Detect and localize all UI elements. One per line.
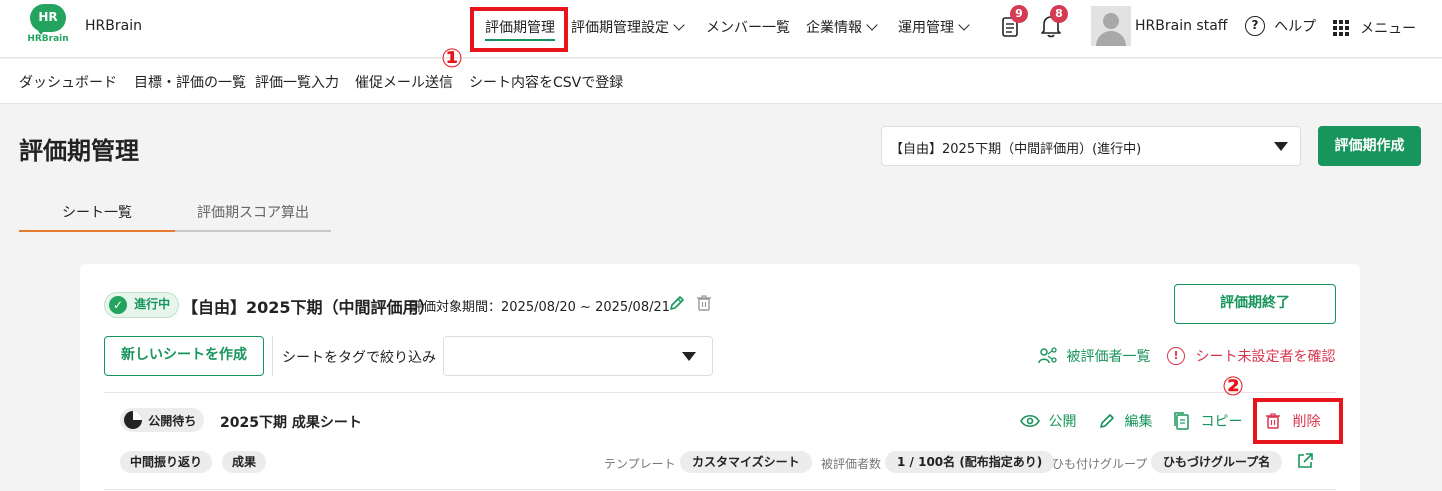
logo-wordmark: HRBrain [27, 34, 69, 44]
subnav-bulk-input[interactable]: 評価一覧入力 [255, 72, 339, 92]
chevron-down-icon [866, 19, 878, 31]
page-title: 評価期管理 [19, 137, 139, 165]
period-range: 評価対象期間：2025/08/20 ~ 2025/08/21 [410, 300, 671, 315]
pie-progress-icon [124, 410, 142, 429]
subnav-goals-evaluations[interactable]: 目標・評価の一覧 [134, 72, 246, 92]
subnav-dashboard[interactable]: ダッシュボード [19, 72, 117, 92]
publish-button[interactable]: 公開 [1020, 411, 1076, 431]
subnav-csv-import[interactable]: シート内容をCSVで登録 [469, 72, 623, 92]
external-link-icon[interactable] [1296, 452, 1314, 470]
period-card: ✓ 進行中 【自由】2025下期（中間評価用） 評価対象期間：2025/08/2… [80, 264, 1360, 491]
highlight-box-delete [1253, 398, 1343, 444]
caret-down-icon [1274, 142, 1288, 151]
evaluatee-count-value: 1 / 100名 (配布指定あり) [885, 451, 1055, 473]
template-label: テンプレート [604, 457, 676, 471]
pencil-icon[interactable] [668, 294, 688, 314]
grid-icon [1333, 19, 1349, 36]
notifications-count-badge: 8 [1050, 5, 1068, 23]
period-name: 【自由】2025下期（中間評価用） [182, 298, 435, 317]
subnav-reminder-mail[interactable]: 催促メール送信 [355, 72, 453, 92]
top-bar: HR HRBrain HRBrain 評価期管理 評価期管理設定 メンバー一覧 … [0, 0, 1442, 58]
evaluatee-count-label: 被評価者数 [821, 457, 882, 471]
company-name: HRBrain [85, 18, 142, 34]
tag-filter-label: シートをタグで絞り込み [282, 350, 436, 366]
user-name: HRBrain staff [1135, 18, 1228, 34]
highlight-box-nav [470, 7, 568, 52]
nav-members[interactable]: メンバー一覧 [706, 17, 790, 37]
create-period-button[interactable]: 評価期作成 [1318, 126, 1421, 166]
sub-navigation: ダッシュボード 目標・評価の一覧 評価一覧入力 催促メール送信 シート内容をCS… [0, 59, 1442, 104]
unset-sheet-link[interactable]: ! シート未設定者を確認 [1167, 346, 1335, 366]
divider [104, 392, 1336, 393]
linked-group-value: ひもづけグループ名 [1151, 451, 1283, 473]
people-network-icon [1038, 347, 1057, 364]
caret-down-icon [682, 352, 696, 361]
divider [104, 489, 1336, 490]
help-link[interactable]: ? ヘルプ [1245, 15, 1316, 37]
alert-circle-icon: ! [1167, 347, 1185, 365]
sheet-tag: 中間振り返り [120, 451, 213, 473]
tab-score-calculation[interactable]: 評価期スコア算出 [175, 196, 331, 232]
hrbrain-logo[interactable]: HR HRBrain [26, 4, 70, 46]
user-menu[interactable]: HRBrain staff [1091, 6, 1231, 46]
trash-icon[interactable] [695, 294, 715, 314]
app-menu-button[interactable]: メニュー [1333, 17, 1416, 37]
check-circle-icon: ✓ [109, 296, 127, 314]
nav-evaluation-settings[interactable]: 評価期管理設定 [571, 17, 685, 37]
divider [272, 336, 273, 376]
pencil-icon [1100, 414, 1114, 428]
notifications-button[interactable]: 8 [1040, 5, 1068, 38]
chevron-down-icon [958, 19, 970, 31]
period-select[interactable]: 【自由】2025下期（中間評価用）(進行中) [881, 126, 1301, 166]
avatar [1091, 6, 1131, 46]
annotation-marker-1: ① [441, 44, 464, 74]
tag-filter-select[interactable] [443, 336, 713, 376]
linked-group-label: ひも付けグループ [1052, 457, 1148, 471]
tab-sheet-list[interactable]: シート一覧 [19, 196, 175, 232]
sheet-tag: 成果 [222, 451, 267, 473]
documents-button[interactable]: 9 [1000, 5, 1028, 38]
chevron-down-icon [673, 19, 685, 31]
end-period-button[interactable]: 評価期終了 [1174, 284, 1336, 324]
nav-company-info[interactable]: 企業情報 [806, 17, 878, 37]
sheet-status-badge: 公開待ち [120, 408, 205, 432]
eye-icon [1020, 414, 1040, 428]
status-badge: ✓ 進行中 [104, 292, 180, 318]
annotation-marker-2: ② [1222, 372, 1245, 402]
evaluatees-list-link[interactable]: 被評価者一覧 [1038, 346, 1150, 366]
logo-mark-text: HR [38, 10, 58, 24]
copy-button[interactable]: コピー [1172, 411, 1242, 431]
edit-button[interactable]: 編集 [1098, 411, 1152, 431]
copy-icon [1174, 412, 1189, 430]
new-sheet-button[interactable]: 新しいシートを作成 [104, 336, 264, 376]
template-value: カスタマイズシート [680, 451, 812, 473]
nav-operations[interactable]: 運用管理 [898, 17, 970, 37]
documents-count-badge: 9 [1010, 5, 1028, 23]
sheet-name[interactable]: 2025下期 成果シート [220, 412, 362, 432]
question-circle-icon: ? [1245, 15, 1265, 36]
